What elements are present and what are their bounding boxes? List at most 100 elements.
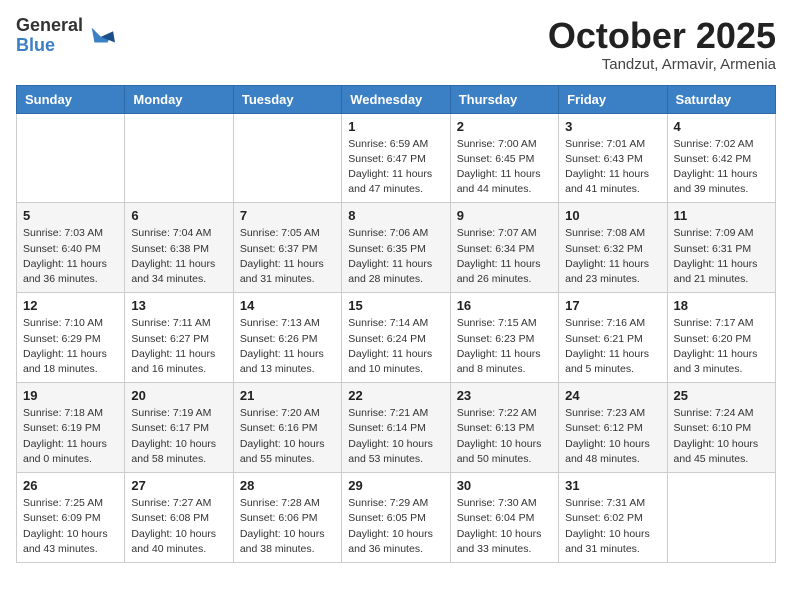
logo-general: General (16, 16, 83, 36)
day-number: 18 (674, 298, 769, 313)
calendar-cell: 6Sunrise: 7:04 AM Sunset: 6:38 PM Daylig… (125, 203, 233, 293)
day-number: 15 (348, 298, 443, 313)
calendar-cell: 30Sunrise: 7:30 AM Sunset: 6:04 PM Dayli… (450, 473, 558, 563)
calendar-week-row: 19 Sunrise: 7:18 AM Sunset: 6:19 PM Dayli… (17, 383, 776, 473)
day-info: Sunrise: 7:02 AM Sunset: 6:42 PM Dayligh… (674, 137, 769, 198)
logo-text: General Blue (16, 16, 83, 56)
calendar-cell: 14 Sunrise: 7:13 AM Sunset: 6:26 PM Dayli… (233, 293, 341, 383)
logo-icon (87, 22, 115, 50)
day-info: Sunrise: 7:21 AM Sunset: 6:14 PM Dayligh… (348, 406, 443, 467)
calendar-cell: 25Sunrise: 7:24 AM Sunset: 6:10 PM Dayli… (667, 383, 775, 473)
calendar-cell: 17 Sunrise: 7:16 AM Sunset: 6:21 PM Dayli… (559, 293, 667, 383)
day-info: Sunrise: 7:17 AM Sunset: 6:20 PM Dayligh… (674, 316, 769, 377)
day-info: Sunrise: 7:08 AM Sunset: 6:32 PM Dayligh… (565, 226, 660, 287)
day-info: Sunrise: 6:59 AM Sunset: 6:47 PM Dayligh… (348, 137, 443, 198)
calendar-cell: 20 Sunrise: 7:19 AM Sunset: 6:17 PM Dayli… (125, 383, 233, 473)
day-number: 19 (23, 388, 118, 403)
day-number: 5 (23, 208, 118, 223)
calendar-week-row: 26 Sunrise: 7:25 AM Sunset: 6:09 PM Dayli… (17, 473, 776, 563)
calendar-header-sunday: Sunday (17, 85, 125, 113)
month-title: October 2025 (548, 16, 776, 56)
calendar-cell: 23 Sunrise: 7:22 AM Sunset: 6:13 PM Dayli… (450, 383, 558, 473)
calendar-header-row: SundayMondayTuesdayWednesdayThursdayFrid… (17, 85, 776, 113)
day-info: Sunrise: 7:05 AM Sunset: 6:37 PM Dayligh… (240, 226, 335, 287)
calendar-cell: 15Sunrise: 7:14 AM Sunset: 6:24 PM Dayli… (342, 293, 450, 383)
calendar-cell (17, 113, 125, 203)
calendar-week-row: 12Sunrise: 7:10 AM Sunset: 6:29 PM Dayli… (17, 293, 776, 383)
day-number: 31 (565, 478, 660, 493)
calendar-cell: 26 Sunrise: 7:25 AM Sunset: 6:09 PM Dayli… (17, 473, 125, 563)
calendar-cell: 11 Sunrise: 7:09 AM Sunset: 6:31 PM Dayli… (667, 203, 775, 293)
logo: General Blue (16, 16, 115, 56)
day-number: 27 (131, 478, 226, 493)
calendar-cell: 13Sunrise: 7:11 AM Sunset: 6:27 PM Dayli… (125, 293, 233, 383)
day-number: 2 (457, 119, 552, 134)
calendar-header-friday: Friday (559, 85, 667, 113)
day-number: 9 (457, 208, 552, 223)
calendar-cell: 5 Sunrise: 7:03 AM Sunset: 6:40 PM Daylig… (17, 203, 125, 293)
calendar-cell: 24 Sunrise: 7:23 AM Sunset: 6:12 PM Dayli… (559, 383, 667, 473)
calendar-header-wednesday: Wednesday (342, 85, 450, 113)
calendar-cell (667, 473, 775, 563)
day-info: Sunrise: 7:19 AM Sunset: 6:17 PM Dayligh… (131, 406, 226, 467)
calendar-cell (125, 113, 233, 203)
day-number: 26 (23, 478, 118, 493)
day-number: 16 (457, 298, 552, 313)
day-number: 6 (131, 208, 226, 223)
day-info: Sunrise: 7:31 AM Sunset: 6:02 PM Dayligh… (565, 496, 660, 557)
day-number: 23 (457, 388, 552, 403)
day-info: Sunrise: 7:27 AM Sunset: 6:08 PM Dayligh… (131, 496, 226, 557)
calendar-week-row: 1Sunrise: 6:59 AM Sunset: 6:47 PM Daylig… (17, 113, 776, 203)
day-number: 29 (348, 478, 443, 493)
calendar-cell: 28Sunrise: 7:28 AM Sunset: 6:06 PM Dayli… (233, 473, 341, 563)
calendar-cell: 31 Sunrise: 7:31 AM Sunset: 6:02 PM Dayli… (559, 473, 667, 563)
calendar-cell: 16 Sunrise: 7:15 AM Sunset: 6:23 PM Dayli… (450, 293, 558, 383)
day-number: 20 (131, 388, 226, 403)
calendar-header-saturday: Saturday (667, 85, 775, 113)
title-block: October 2025 Tandzut, Armavir, Armenia (548, 16, 776, 73)
day-number: 25 (674, 388, 769, 403)
calendar-cell: 12Sunrise: 7:10 AM Sunset: 6:29 PM Dayli… (17, 293, 125, 383)
day-info: Sunrise: 7:25 AM Sunset: 6:09 PM Dayligh… (23, 496, 118, 557)
day-info: Sunrise: 7:16 AM Sunset: 6:21 PM Dayligh… (565, 316, 660, 377)
calendar-cell (233, 113, 341, 203)
calendar-cell: 22 Sunrise: 7:21 AM Sunset: 6:14 PM Dayli… (342, 383, 450, 473)
day-info: Sunrise: 7:07 AM Sunset: 6:34 PM Dayligh… (457, 226, 552, 287)
calendar-cell: 27 Sunrise: 7:27 AM Sunset: 6:08 PM Dayli… (125, 473, 233, 563)
day-info: Sunrise: 7:22 AM Sunset: 6:13 PM Dayligh… (457, 406, 552, 467)
calendar-cell: 2 Sunrise: 7:00 AM Sunset: 6:45 PM Daylig… (450, 113, 558, 203)
calendar-cell: 10 Sunrise: 7:08 AM Sunset: 6:32 PM Dayli… (559, 203, 667, 293)
day-number: 14 (240, 298, 335, 313)
day-info: Sunrise: 7:09 AM Sunset: 6:31 PM Dayligh… (674, 226, 769, 287)
day-info: Sunrise: 7:23 AM Sunset: 6:12 PM Dayligh… (565, 406, 660, 467)
day-info: Sunrise: 7:18 AM Sunset: 6:19 PM Dayligh… (23, 406, 118, 467)
calendar-cell: 19 Sunrise: 7:18 AM Sunset: 6:19 PM Dayli… (17, 383, 125, 473)
day-info: Sunrise: 7:28 AM Sunset: 6:06 PM Dayligh… (240, 496, 335, 557)
day-number: 24 (565, 388, 660, 403)
day-number: 8 (348, 208, 443, 223)
calendar-cell: 3Sunrise: 7:01 AM Sunset: 6:43 PM Daylig… (559, 113, 667, 203)
day-number: 7 (240, 208, 335, 223)
calendar-week-row: 5 Sunrise: 7:03 AM Sunset: 6:40 PM Daylig… (17, 203, 776, 293)
calendar-cell: 29Sunrise: 7:29 AM Sunset: 6:05 PM Dayli… (342, 473, 450, 563)
day-info: Sunrise: 7:20 AM Sunset: 6:16 PM Dayligh… (240, 406, 335, 467)
day-number: 10 (565, 208, 660, 223)
day-number: 17 (565, 298, 660, 313)
day-number: 30 (457, 478, 552, 493)
day-info: Sunrise: 7:15 AM Sunset: 6:23 PM Dayligh… (457, 316, 552, 377)
day-info: Sunrise: 7:13 AM Sunset: 6:26 PM Dayligh… (240, 316, 335, 377)
day-info: Sunrise: 7:10 AM Sunset: 6:29 PM Dayligh… (23, 316, 118, 377)
calendar-cell: 4Sunrise: 7:02 AM Sunset: 6:42 PM Daylig… (667, 113, 775, 203)
day-info: Sunrise: 7:00 AM Sunset: 6:45 PM Dayligh… (457, 137, 552, 198)
calendar-header-thursday: Thursday (450, 85, 558, 113)
day-number: 22 (348, 388, 443, 403)
calendar-cell: 8Sunrise: 7:06 AM Sunset: 6:35 PM Daylig… (342, 203, 450, 293)
calendar-cell: 1Sunrise: 6:59 AM Sunset: 6:47 PM Daylig… (342, 113, 450, 203)
day-number: 13 (131, 298, 226, 313)
calendar-cell: 18 Sunrise: 7:17 AM Sunset: 6:20 PM Dayli… (667, 293, 775, 383)
location-subtitle: Tandzut, Armavir, Armenia (548, 56, 776, 73)
calendar-cell: 7 Sunrise: 7:05 AM Sunset: 6:37 PM Daylig… (233, 203, 341, 293)
day-number: 11 (674, 208, 769, 223)
day-info: Sunrise: 7:03 AM Sunset: 6:40 PM Dayligh… (23, 226, 118, 287)
calendar-header-tuesday: Tuesday (233, 85, 341, 113)
